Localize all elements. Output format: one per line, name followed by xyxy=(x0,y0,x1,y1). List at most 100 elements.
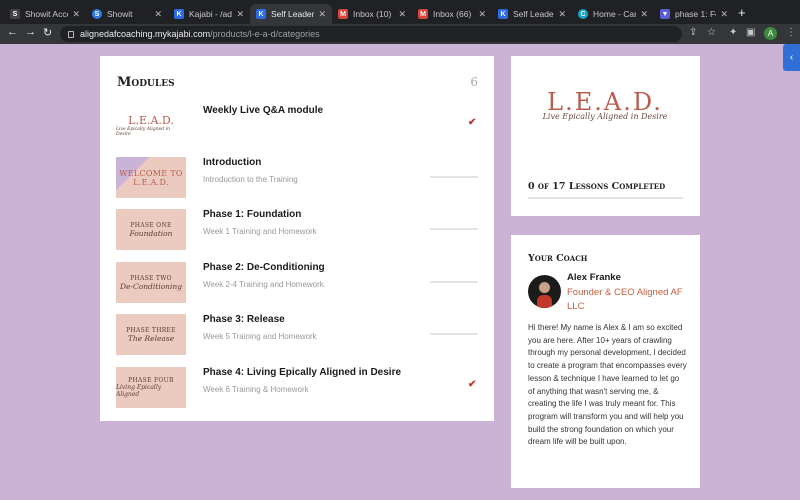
coach-name: Alex Franke xyxy=(567,272,621,283)
browser-tab[interactable]: K Self Leadersh ✕ xyxy=(492,4,572,24)
url-host: alignedafcoaching.mykajabi.com xyxy=(80,29,211,39)
module-title[interactable]: Introduction xyxy=(203,157,261,168)
course-progress-bar xyxy=(528,197,683,199)
coach-bio: Hi there! My name is Alex & I am so exci… xyxy=(528,323,687,447)
module-thumbnail: L.E.A.D. Live Epically Aligned in Desire xyxy=(116,105,186,146)
thumb-line2: Living Epically Aligned xyxy=(116,384,162,398)
close-tab-icon[interactable]: ✕ xyxy=(72,9,80,20)
thumb-line1: PHASE FOUR xyxy=(128,377,174,384)
browser-tab[interactable]: S Showit ✕ xyxy=(86,4,168,24)
thumb-line1: WELCOME TO xyxy=(119,168,183,178)
browser-tab[interactable]: S Showit Accou ✕ xyxy=(4,4,86,24)
lock-icon xyxy=(68,30,74,38)
module-thumbnail: PHASE FOUR Living Epically Aligned xyxy=(116,367,186,408)
tab-label: Inbox (66) - a xyxy=(433,9,474,19)
check-icon: ✔ xyxy=(468,379,477,390)
browser-tab[interactable]: C Home - Canva ✕ xyxy=(572,4,654,24)
module-subtitle: Week 1 Training and Homework xyxy=(203,227,317,236)
canva-icon: C xyxy=(578,9,588,19)
tab-label: Inbox (10) - h xyxy=(353,9,394,19)
browser-tab-bar: S Showit Accou ✕ S Showit ✕ K Kajabi - /… xyxy=(0,0,800,24)
address-bar[interactable]: alignedafcoaching.mykajabi.com /products… xyxy=(60,26,682,42)
module-thumbnail: PHASE ONE Foundation xyxy=(116,209,186,250)
thumb-line1: PHASE ONE xyxy=(130,221,172,229)
module-title[interactable]: Phase 2: De-Conditioning xyxy=(203,262,325,273)
thumb-line2: Foundation xyxy=(129,228,173,238)
module-thumbnail: PHASE THREE The Release xyxy=(116,314,186,355)
module-item[interactable]: PHASE FOUR Living Epically Aligned Phase… xyxy=(116,367,478,411)
browser-toolbar: ← → ↻ alignedafcoaching.mykajabi.com /pr… xyxy=(0,24,800,44)
url-path: /products/l-e-a-d/categories xyxy=(210,29,320,39)
module-progress-bar xyxy=(430,333,478,335)
module-subtitle: Week 5 Training and Homework xyxy=(203,332,317,341)
showit-icon: S xyxy=(92,9,102,19)
new-tab-button[interactable]: + xyxy=(738,5,746,20)
close-tab-icon[interactable]: ✕ xyxy=(318,9,326,20)
thumb-line1: PHASE TWO xyxy=(130,274,172,282)
close-tab-icon[interactable]: ✕ xyxy=(478,9,486,20)
tab-label: Showit xyxy=(107,9,133,19)
share-icon[interactable]: ⇪ xyxy=(689,27,697,38)
kajabi-icon: K xyxy=(174,9,184,19)
chevron-left-icon: ‹ xyxy=(789,52,794,63)
collapse-panel-button[interactable]: ‹ xyxy=(783,44,800,71)
browser-tab[interactable]: ▼ phase 1: Foun ✕ xyxy=(654,4,734,24)
module-progress-bar xyxy=(430,176,478,178)
modules-count: 6 xyxy=(470,75,478,89)
tab-label: Showit Accou xyxy=(25,9,68,19)
module-title[interactable]: Phase 3: Release xyxy=(203,314,285,325)
logo-tagline: Live Epically Aligned in Desire xyxy=(542,112,668,121)
tab-label: Self Leadersh xyxy=(271,9,315,19)
close-tab-icon[interactable]: ✕ xyxy=(558,9,566,20)
back-arrow-icon[interactable]: ← xyxy=(7,26,18,38)
module-title[interactable]: Phase 1: Foundation xyxy=(203,209,301,220)
module-item[interactable]: WELCOME TO L.E.A.D. Introduction Introdu… xyxy=(116,157,478,201)
module-subtitle: Week 2-4 Training and Homework xyxy=(203,280,324,289)
module-subtitle: Week 6 Training & Homework xyxy=(203,385,309,394)
module-item[interactable]: PHASE ONE Foundation Phase 1: Foundation… xyxy=(116,209,478,253)
bookmark-star-icon[interactable]: ☆ xyxy=(707,27,716,38)
profile-avatar[interactable]: A xyxy=(764,27,777,40)
tab-label: Self Leadersh xyxy=(513,9,554,19)
tab-label: phase 1: Foun xyxy=(675,9,716,19)
gmail-icon: M xyxy=(418,9,428,19)
module-title[interactable]: Phase 4: Living Epically Aligned in Desi… xyxy=(203,367,401,378)
module-thumbnail: WELCOME TO L.E.A.D. xyxy=(116,157,186,198)
sidebar-toggle-icon[interactable]: ▣ xyxy=(746,27,755,38)
module-item[interactable]: PHASE TWO De-Conditioning Phase 2: De-Co… xyxy=(116,262,478,306)
lead-logo: L.E.A.D. Live Epically Aligned in Desire xyxy=(535,88,675,121)
extensions-icon[interactable]: ✦ xyxy=(729,27,737,38)
module-title[interactable]: Weekly Live Q&A module xyxy=(203,105,323,116)
browser-tab[interactable]: M Inbox (10) - h ✕ xyxy=(332,4,412,24)
close-tab-icon[interactable]: ✕ xyxy=(398,9,406,20)
tab-label: Kajabi - /admi xyxy=(189,9,232,19)
menu-dots-icon[interactable]: ⋮ xyxy=(786,27,796,38)
course-progress-card: L.E.A.D. Live Epically Aligned in Desire… xyxy=(511,56,700,216)
module-item[interactable]: L.E.A.D. Live Epically Aligned in Desire… xyxy=(116,105,478,149)
module-item[interactable]: PHASE THREE The Release Phase 3: Release… xyxy=(116,314,478,358)
browser-tab[interactable]: M Inbox (66) - a ✕ xyxy=(412,4,492,24)
coach-heading: Your Coach xyxy=(528,253,588,264)
showit-icon: S xyxy=(10,9,20,19)
reload-icon[interactable]: ↻ xyxy=(43,26,52,39)
bookmark-icon: ▼ xyxy=(660,9,670,19)
thumb-line2: L.E.A.D. xyxy=(133,177,169,187)
close-tab-icon[interactable]: ✕ xyxy=(154,9,162,20)
coach-role: Founder & CEO Aligned AF LLC xyxy=(567,287,683,312)
modules-card: Modules 6 L.E.A.D. Live Epically Aligned… xyxy=(100,56,494,421)
module-thumbnail: PHASE TWO De-Conditioning xyxy=(116,262,186,303)
browser-tab[interactable]: K Kajabi - /admi ✕ xyxy=(168,4,250,24)
close-tab-icon[interactable]: ✕ xyxy=(236,9,244,20)
tab-label: Home - Canva xyxy=(593,9,636,19)
close-tab-icon[interactable]: ✕ xyxy=(640,9,648,20)
thumb-line1: PHASE THREE xyxy=(126,326,176,334)
module-progress-bar xyxy=(430,228,478,230)
module-progress-bar xyxy=(430,281,478,283)
gmail-icon: M xyxy=(338,9,348,19)
browser-tab-active[interactable]: K Self Leadersh ✕ xyxy=(250,4,332,24)
check-icon: ✔ xyxy=(468,117,477,128)
coach-avatar xyxy=(528,275,561,308)
close-tab-icon[interactable]: ✕ xyxy=(720,9,728,20)
forward-arrow-icon[interactable]: → xyxy=(25,26,36,38)
lessons-completed-text: 0 of 17 Lessons Completed xyxy=(528,181,666,192)
